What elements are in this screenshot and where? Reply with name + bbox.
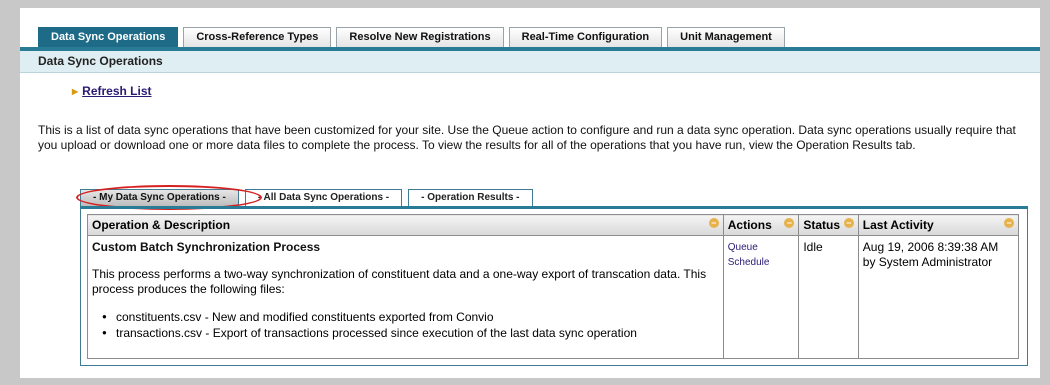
status-value: Idle xyxy=(803,240,823,254)
tab-real-time-configuration[interactable]: Real-Time Configuration xyxy=(508,27,663,47)
column-header-last-activity[interactable]: Last Activity − xyxy=(857,214,1020,236)
operation-description: This process performs a two-way synchron… xyxy=(92,267,707,296)
tab-unit-management[interactable]: Unit Management xyxy=(667,27,785,47)
status-cell: Idle xyxy=(798,235,859,359)
column-header-label: Status xyxy=(803,218,841,232)
list-item: constituents.csv - New and modified cons… xyxy=(102,309,719,325)
subtab-operation-results[interactable]: - Operation Results - xyxy=(408,189,533,206)
queue-link[interactable]: Queue xyxy=(728,240,795,255)
output-files-list: constituents.csv - New and modified cons… xyxy=(92,309,719,341)
arrow-right-icon: ▶ xyxy=(72,87,79,96)
operation-cell: Custom Batch Synchronization Process Thi… xyxy=(87,235,724,359)
operations-table-container: Operation & Description − Actions − Status… xyxy=(80,206,1028,366)
sort-icon[interactable]: − xyxy=(784,218,795,228)
operation-subtabs: - My Data Sync Operations - - All Data S… xyxy=(80,189,533,206)
main-tabs: Data Sync Operations Cross-Reference Typ… xyxy=(38,27,785,47)
sort-icon[interactable]: − xyxy=(843,218,854,228)
table-row: Custom Batch Synchronization Process Thi… xyxy=(87,235,1020,359)
last-activity-user: by System Administrator xyxy=(862,255,993,269)
last-activity-cell: Aug 19, 2006 8:39:38 AM by System Admini… xyxy=(857,235,1020,359)
schedule-link[interactable]: Schedule xyxy=(728,255,795,270)
tab-cross-reference-types[interactable]: Cross-Reference Types xyxy=(183,27,332,47)
column-header-status[interactable]: Status − xyxy=(798,214,859,236)
operations-table: Operation & Description − Actions − Status… xyxy=(87,214,1020,359)
sort-icon[interactable]: − xyxy=(1004,218,1014,228)
refresh-list-link[interactable]: Refresh List xyxy=(82,84,151,98)
column-header-label: Actions xyxy=(727,218,772,232)
subtab-my-data-sync-operations[interactable]: - My Data Sync Operations - xyxy=(80,189,239,206)
actions-cell: Queue Schedule xyxy=(722,235,800,359)
intro-text: This is a list of data sync operations t… xyxy=(38,123,1016,152)
subtab-all-data-sync-operations[interactable]: - All Data Sync Operations - xyxy=(244,189,403,206)
last-activity-date: Aug 19, 2006 8:39:38 AM xyxy=(862,240,999,254)
column-header-operation[interactable]: Operation & Description − xyxy=(87,214,724,236)
page-title: Data Sync Operations xyxy=(38,54,163,68)
operation-title: Custom Batch Synchronization Process xyxy=(92,240,321,254)
column-header-label: Operation & Description xyxy=(92,218,231,232)
main-panel: Data Sync Operations Cross-Reference Typ… xyxy=(20,8,1040,378)
sort-icon[interactable]: − xyxy=(708,218,719,228)
section-header: Data Sync Operations xyxy=(20,51,1040,73)
tab-data-sync-operations[interactable]: Data Sync Operations xyxy=(38,27,179,47)
tab-resolve-new-registrations[interactable]: Resolve New Registrations xyxy=(336,27,504,47)
column-header-label: Last Activity xyxy=(862,218,934,232)
column-header-actions[interactable]: Actions − xyxy=(722,214,800,236)
refresh-list: ▶ Refresh List xyxy=(72,84,152,98)
list-item: transactions.csv - Export of transaction… xyxy=(102,325,719,341)
